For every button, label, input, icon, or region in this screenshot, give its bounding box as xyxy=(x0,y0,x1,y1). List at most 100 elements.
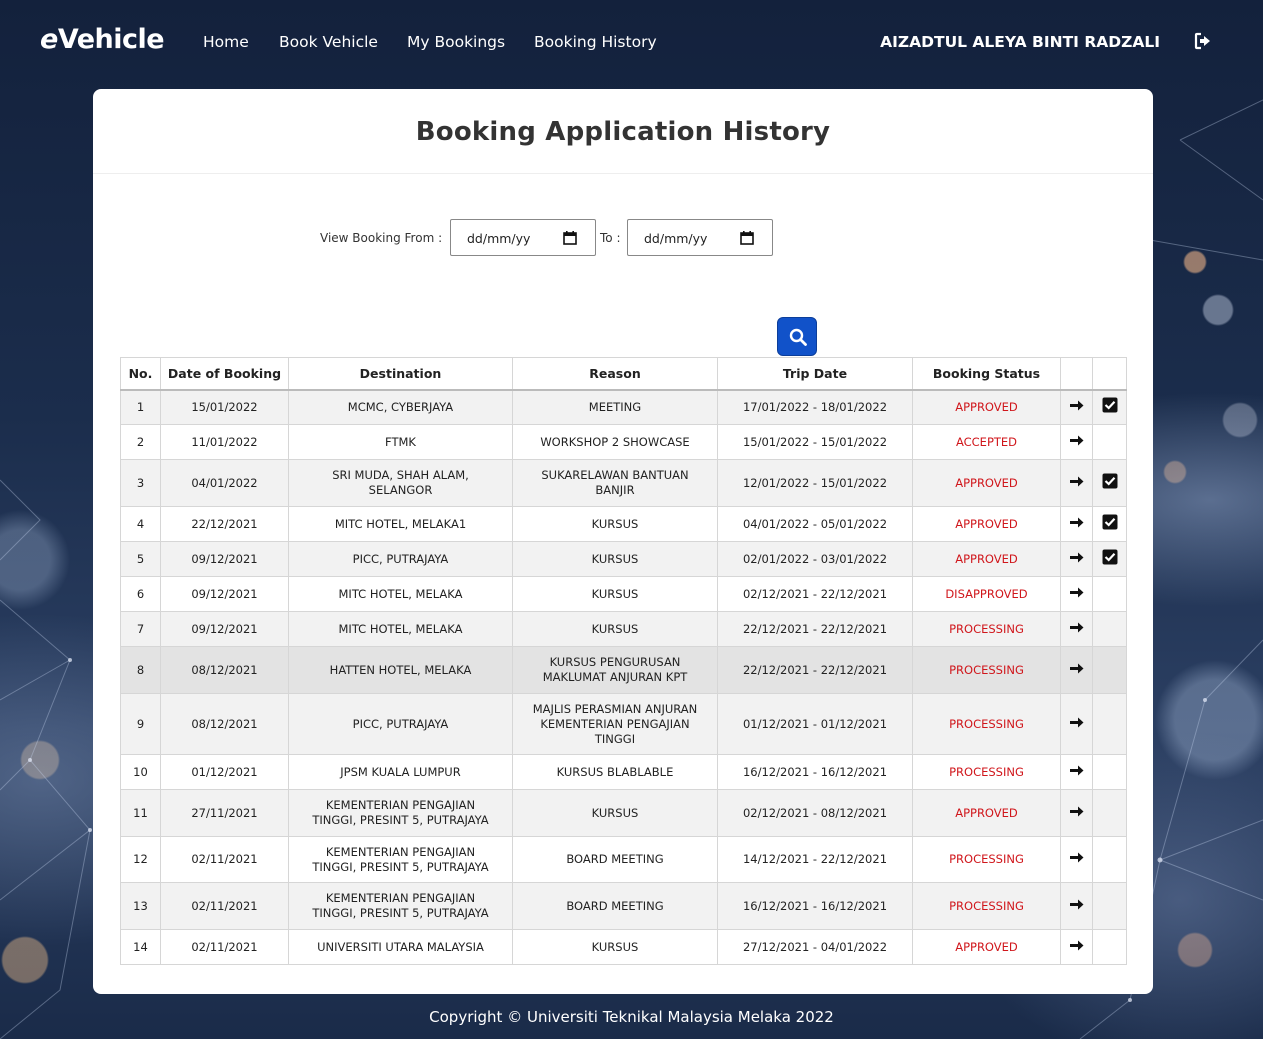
cell-reason: KURSUS BLABLABLE xyxy=(512,754,718,790)
check-square-icon[interactable] xyxy=(1102,514,1118,534)
cell-date-of-booking: 11/01/2022 xyxy=(160,424,289,460)
cell-destination: SRI MUDA, SHAH ALAM, SELANGOR xyxy=(288,459,513,507)
cell-check xyxy=(1092,459,1127,507)
arrow-right-icon[interactable] xyxy=(1069,398,1084,417)
search-button[interactable] xyxy=(777,317,817,356)
destination-line: MCMC, CYBERJAYA xyxy=(347,399,454,414)
destination-line: MITC HOTEL, MELAKA xyxy=(338,586,463,601)
date-to-input[interactable]: dd/mm/yy xyxy=(627,219,773,256)
table-row: 9 08/12/2021 PICC, PUTRAJAYA MAJLIS PERASMI… xyxy=(120,693,1127,755)
cell-check xyxy=(1092,693,1127,755)
cell-check xyxy=(1092,929,1127,965)
destination-line: UNIVERSITI UTARA MALAYSIA xyxy=(317,939,484,954)
column-header-action xyxy=(1060,357,1093,391)
cell-action xyxy=(1060,789,1093,837)
check-square-icon[interactable] xyxy=(1102,473,1118,493)
cell-check xyxy=(1092,576,1127,612)
check-square-icon[interactable] xyxy=(1102,397,1118,417)
table-row: 6 09/12/2021 MITC HOTEL, MELAKA KURSUS 02/12… xyxy=(120,576,1127,612)
destination-line: JPSM KUALA LUMPUR xyxy=(340,764,461,779)
arrow-right-icon[interactable] xyxy=(1069,550,1084,569)
navbar: eVehicle Home Book Vehicle My Bookings B… xyxy=(0,0,1263,84)
arrow-right-icon[interactable] xyxy=(1069,715,1084,734)
column-header-date-of-booking: Date of Booking xyxy=(160,357,289,391)
brand-logo[interactable]: eVehicle xyxy=(40,24,165,55)
cell-check xyxy=(1092,506,1127,542)
table-row: 3 04/01/2022 SRI MUDA, SHAH ALAM, SELANGOR S… xyxy=(120,459,1127,507)
cell-booking-status: APPROVED xyxy=(912,389,1061,425)
reason-line: BANJIR xyxy=(595,483,635,497)
arrow-right-icon[interactable] xyxy=(1069,433,1084,452)
cell-trip-date: 15/01/2022 - 15/01/2022 xyxy=(717,424,913,460)
page-title: Booking Application History xyxy=(415,117,831,147)
cell-date-of-booking: 08/12/2021 xyxy=(160,646,289,694)
cell-trip-date: 02/12/2021 - 22/12/2021 xyxy=(717,576,913,612)
booking-history-card: Booking Application History View Booking… xyxy=(93,89,1153,994)
cell-action xyxy=(1060,836,1093,883)
arrow-right-icon[interactable] xyxy=(1069,585,1084,604)
cell-destination: UNIVERSITI UTARA MALAYSIA xyxy=(288,929,513,965)
cell-check xyxy=(1092,789,1127,837)
arrow-right-icon[interactable] xyxy=(1069,474,1084,493)
destination-line: TINGGI, PRESINT 5, PUTRAJAYA xyxy=(312,906,489,920)
arrow-right-icon[interactable] xyxy=(1069,938,1084,957)
nav-link-home[interactable]: Home xyxy=(203,33,249,51)
cell-action xyxy=(1060,576,1093,612)
arrow-right-icon[interactable] xyxy=(1069,763,1084,782)
cell-booking-status: PROCESSING xyxy=(912,693,1061,755)
table-row: 8 08/12/2021 HATTEN HOTEL, MELAKA KURSUS PE… xyxy=(120,646,1127,694)
arrow-right-icon[interactable] xyxy=(1069,515,1084,534)
cell-trip-date: 02/12/2021 - 08/12/2021 xyxy=(717,789,913,837)
cell-no: 14 xyxy=(120,929,161,965)
reason-line: WORKSHOP 2 SHOWCASE xyxy=(540,434,690,449)
cell-check xyxy=(1092,541,1127,577)
arrow-right-icon[interactable] xyxy=(1069,897,1084,916)
column-header-check xyxy=(1092,357,1127,391)
destination-line: KEMENTERIAN PENGAJIAN xyxy=(325,798,476,812)
cell-date-of-booking: 09/12/2021 xyxy=(160,541,289,577)
cell-booking-status: PROCESSING xyxy=(912,836,1061,883)
destination-line: TINGGI, PRESINT 5, PUTRAJAYA xyxy=(312,859,489,874)
arrow-right-icon[interactable] xyxy=(1069,850,1084,869)
cell-reason: KURSUS xyxy=(512,929,718,965)
cell-date-of-booking: 01/12/2021 xyxy=(160,754,289,790)
arrow-right-icon[interactable] xyxy=(1069,661,1084,680)
check-square-icon[interactable] xyxy=(1102,549,1118,569)
reason-line: KURSUS xyxy=(591,516,639,531)
cell-booking-status: PROCESSING xyxy=(912,611,1061,647)
reason-line: KURSUS xyxy=(591,805,639,820)
table-row: 14 02/11/2021 UNIVERSITI UTARA MALAYSIA KUR… xyxy=(120,929,1127,965)
nav-link-book-vehicle[interactable]: Book Vehicle xyxy=(279,33,378,51)
cell-trip-date: 12/01/2022 - 15/01/2022 xyxy=(717,459,913,507)
cell-date-of-booking: 09/12/2021 xyxy=(160,576,289,612)
reason-line: KEMENTERIAN PENGAJIAN xyxy=(540,716,690,731)
title-divider xyxy=(93,173,1153,174)
cell-destination: KEMENTERIAN PENGAJIAN TINGGI, PRESINT 5, … xyxy=(288,882,513,930)
user-name: AIZADTUL ALEYA BINTI RADZALI xyxy=(880,33,1160,51)
cell-action xyxy=(1060,646,1093,694)
cell-booking-status: APPROVED xyxy=(912,541,1061,577)
calendar-icon[interactable] xyxy=(740,231,754,245)
arrow-right-icon[interactable] xyxy=(1069,620,1084,639)
cell-check xyxy=(1092,882,1127,930)
date-from-value: dd/mm/yy xyxy=(467,231,531,246)
date-from-input[interactable]: dd/mm/yy xyxy=(450,219,596,256)
calendar-icon[interactable] xyxy=(563,231,577,245)
cell-trip-date: 16/12/2021 - 16/12/2021 xyxy=(717,882,913,930)
cell-booking-status: PROCESSING xyxy=(912,646,1061,694)
reason-line: BOARD MEETING xyxy=(566,898,664,913)
nav-link-my-bookings[interactable]: My Bookings xyxy=(407,33,505,51)
cell-check xyxy=(1092,424,1127,460)
table-row: 7 09/12/2021 MITC HOTEL, MELAKA KURSUS 22/12… xyxy=(120,611,1127,647)
destination-line: MITC HOTEL, MELAKA xyxy=(338,621,463,636)
cell-action xyxy=(1060,611,1093,647)
cell-trip-date: 01/12/2021 - 01/12/2021 xyxy=(717,693,913,755)
arrow-right-icon[interactable] xyxy=(1069,804,1084,823)
cell-destination: MITC HOTEL, MELAKA xyxy=(288,576,513,612)
sign-out-icon[interactable] xyxy=(1194,32,1212,50)
cell-no: 8 xyxy=(120,646,161,694)
nav-link-booking-history[interactable]: Booking History xyxy=(534,33,657,51)
reason-line: TINGGI xyxy=(594,731,636,746)
table-header-row: No. Date of Booking Destination Reason T… xyxy=(120,357,1127,391)
column-header-destination: Destination xyxy=(288,357,513,391)
